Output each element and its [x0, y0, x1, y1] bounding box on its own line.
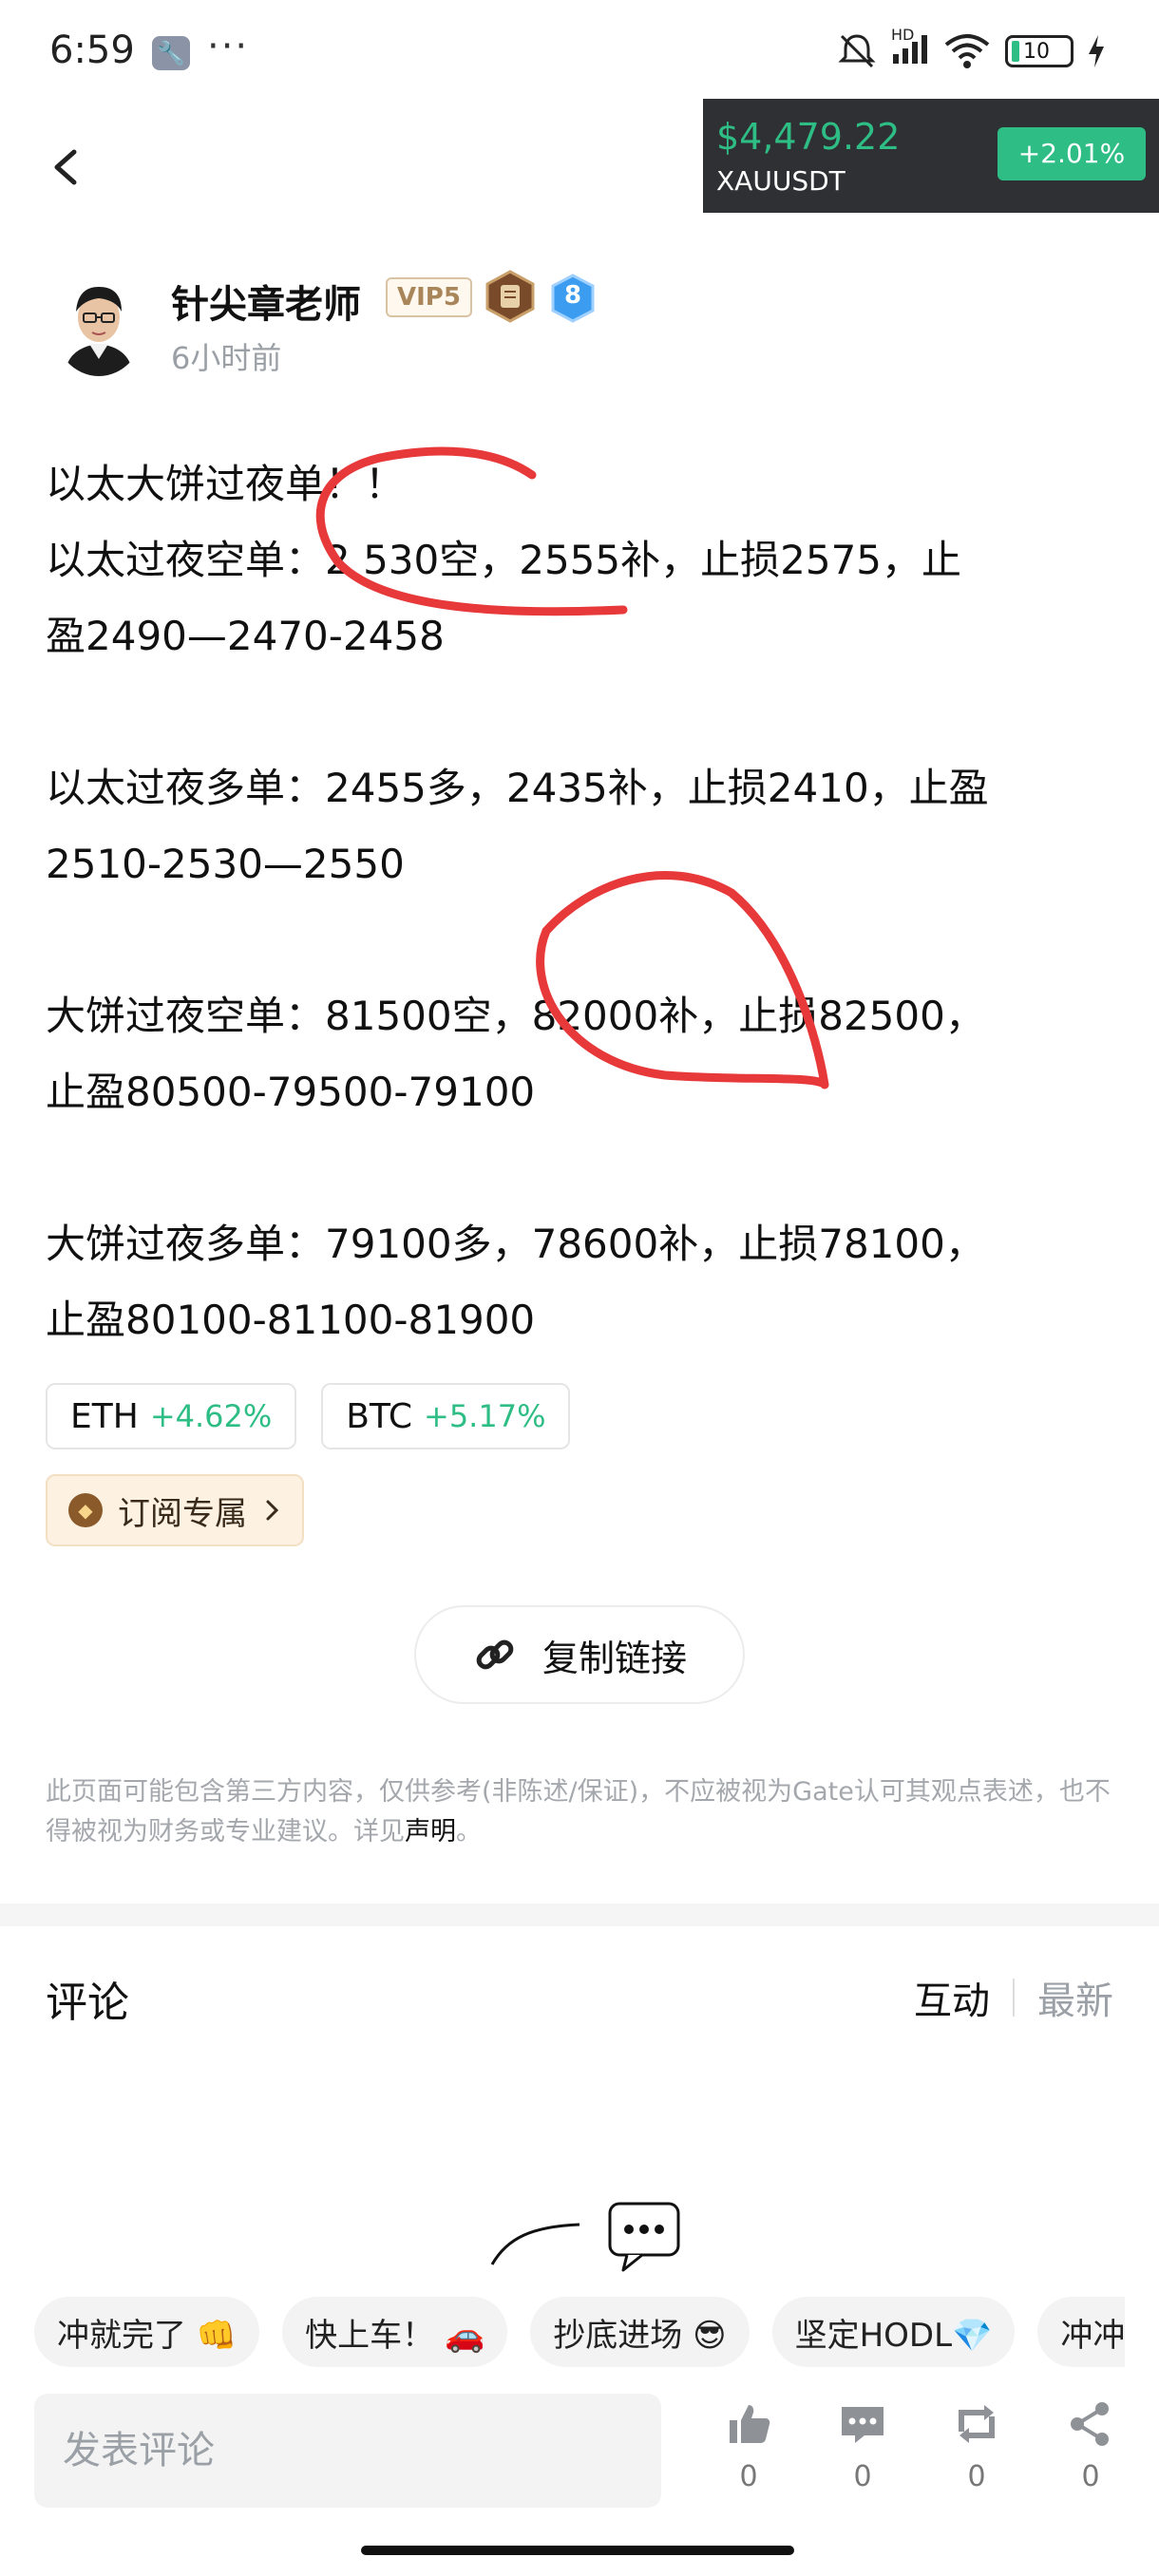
- wrench-icon: 🔧: [152, 36, 190, 70]
- signal-icon: HD: [891, 26, 929, 69]
- quick-reply-chip[interactable]: 冲就完了 👊: [34, 2297, 260, 2367]
- quick-reply-chip[interactable]: 快上车！ 🚗: [282, 2297, 508, 2367]
- disclaimer-end: 。: [456, 1817, 482, 1847]
- creator-badge-icon: [485, 270, 535, 323]
- chevron-right-icon: [266, 1500, 279, 1521]
- level-number: 8: [563, 281, 582, 310]
- price-ticker[interactable]: $4,479.22 XAUUSDT +2.01%: [703, 99, 1159, 213]
- repost-count: 0: [967, 2460, 986, 2493]
- tab-latest[interactable]: 最新: [1037, 1970, 1113, 2025]
- copy-link-label: 复制链接: [542, 1637, 687, 1679]
- status-bar: 6:59 🔧 ··· HD 10: [0, 0, 1159, 104]
- comment-count: 0: [853, 2460, 872, 2493]
- ticker-symbol: XAUUSDT: [716, 165, 846, 197]
- author-name[interactable]: 针尖章老师: [171, 274, 361, 329]
- bottom-action-bar: 0 0 0 0: [0, 2380, 1159, 2523]
- status-icons: HD 10: [836, 26, 1106, 70]
- ticker-price: $4,479.22: [716, 116, 901, 158]
- share-icon: [1071, 2402, 1109, 2446]
- quick-replies: 冲就完了 👊 快上车！ 🚗 抄底进场 😎 坚定HODL💎 冲冲: [34, 2297, 1126, 2367]
- post-line: 止盈80100-81100-81900: [46, 1297, 536, 1343]
- share-button[interactable]: 0: [1053, 2399, 1129, 2493]
- quick-reply-chip[interactable]: 抄底进场 😎: [530, 2297, 750, 2367]
- comment-input[interactable]: [34, 2394, 661, 2508]
- comment-icon: [842, 2407, 884, 2443]
- battery-level: 10: [1023, 39, 1050, 64]
- post-line: 以太大饼过夜单！！: [46, 461, 406, 507]
- quick-reply-chip[interactable]: 坚定HODL💎: [771, 2297, 1016, 2367]
- coin-tags: ETH +4.62% BTC +5.17%: [46, 1383, 571, 1449]
- battery-icon: 10: [1005, 35, 1074, 67]
- subscribe-exclusive-button[interactable]: ◆ 订阅专属: [46, 1474, 304, 1546]
- post-line: 大饼过夜空单：81500空，82000补，止损82500，: [46, 993, 985, 1039]
- post-line: 以太过夜空单：2 530空，2555补，止损2575，止: [46, 537, 962, 583]
- wifi-icon: [944, 34, 990, 68]
- vip-badge: VIP5: [386, 277, 472, 317]
- back-button[interactable]: [46, 133, 99, 199]
- coin-tag-btc[interactable]: BTC +5.17%: [321, 1383, 571, 1449]
- statement-link[interactable]: 声明: [405, 1817, 456, 1847]
- diamond-icon: ◆: [68, 1493, 103, 1527]
- tab-interaction[interactable]: 互动: [914, 1970, 990, 2025]
- ticker-change: +2.01%: [998, 127, 1146, 180]
- tab-separator: [1013, 1979, 1015, 2017]
- post-content: 以太大饼过夜单！！ 以太过夜空单：2 530空，2555补，止损2575，止 盈…: [46, 446, 1129, 1358]
- comment-button[interactable]: 0: [825, 2399, 901, 2493]
- copy-link-button[interactable]: 复制链接: [414, 1605, 745, 1704]
- coin-tag-eth[interactable]: ETH +4.62%: [46, 1383, 297, 1449]
- share-count: 0: [1081, 2460, 1100, 2493]
- repost-icon: [959, 2405, 995, 2443]
- coin-change: +5.17%: [424, 1398, 546, 1434]
- quick-reply-chip[interactable]: 冲冲: [1037, 2297, 1126, 2367]
- thumbs-up-icon: [730, 2405, 770, 2443]
- chevron-left-icon: [54, 149, 77, 185]
- status-time: 6:59: [49, 28, 135, 72]
- section-divider: [0, 1904, 1159, 1926]
- post-line: 大饼过夜多单：79100多，78600补，止损78100，: [46, 1221, 985, 1267]
- disclaimer-text: 此页面可能包含第三方内容，仅供参考(非陈述/保证)，不应被视为Gate认可其观点…: [46, 1777, 1111, 1847]
- post-line: 盈2490—2470-2458: [46, 613, 445, 659]
- charging-icon: [1089, 35, 1104, 67]
- empty-comments-illustration: [490, 2202, 680, 2272]
- disclaimer: 此页面可能包含第三方内容，仅供参考(非陈述/保证)，不应被视为Gate认可其观点…: [46, 1772, 1119, 1852]
- network-type: HD: [891, 26, 915, 44]
- comments-title: 评论: [46, 1979, 129, 2027]
- avatar[interactable]: [53, 274, 144, 376]
- post-line: 2510-2530—2550: [46, 841, 405, 887]
- post-line: 止盈80500-79500-79100: [46, 1069, 536, 1115]
- post-line: 以太过夜多单：2455多，2435补，止损2410，止盈: [46, 765, 989, 811]
- coin-change: +4.62%: [149, 1398, 273, 1434]
- home-indicator[interactable]: [361, 2546, 794, 2555]
- subscribe-label: 订阅专属: [118, 1494, 247, 1533]
- coin-symbol: BTC: [346, 1396, 412, 1436]
- like-button[interactable]: 0: [711, 2399, 787, 2493]
- comment-sort-tabs: 互动 最新: [914, 1970, 1113, 2025]
- coin-symbol: ETH: [70, 1396, 139, 1436]
- post-time: 6小时前: [171, 340, 282, 376]
- repost-button[interactable]: 0: [939, 2399, 1015, 2493]
- link-icon: [476, 1639, 514, 1670]
- silent-icon: [838, 34, 876, 68]
- more-notifications-icon: ···: [207, 25, 250, 68]
- like-count: 0: [739, 2460, 758, 2493]
- level-badge: 8: [549, 274, 597, 323]
